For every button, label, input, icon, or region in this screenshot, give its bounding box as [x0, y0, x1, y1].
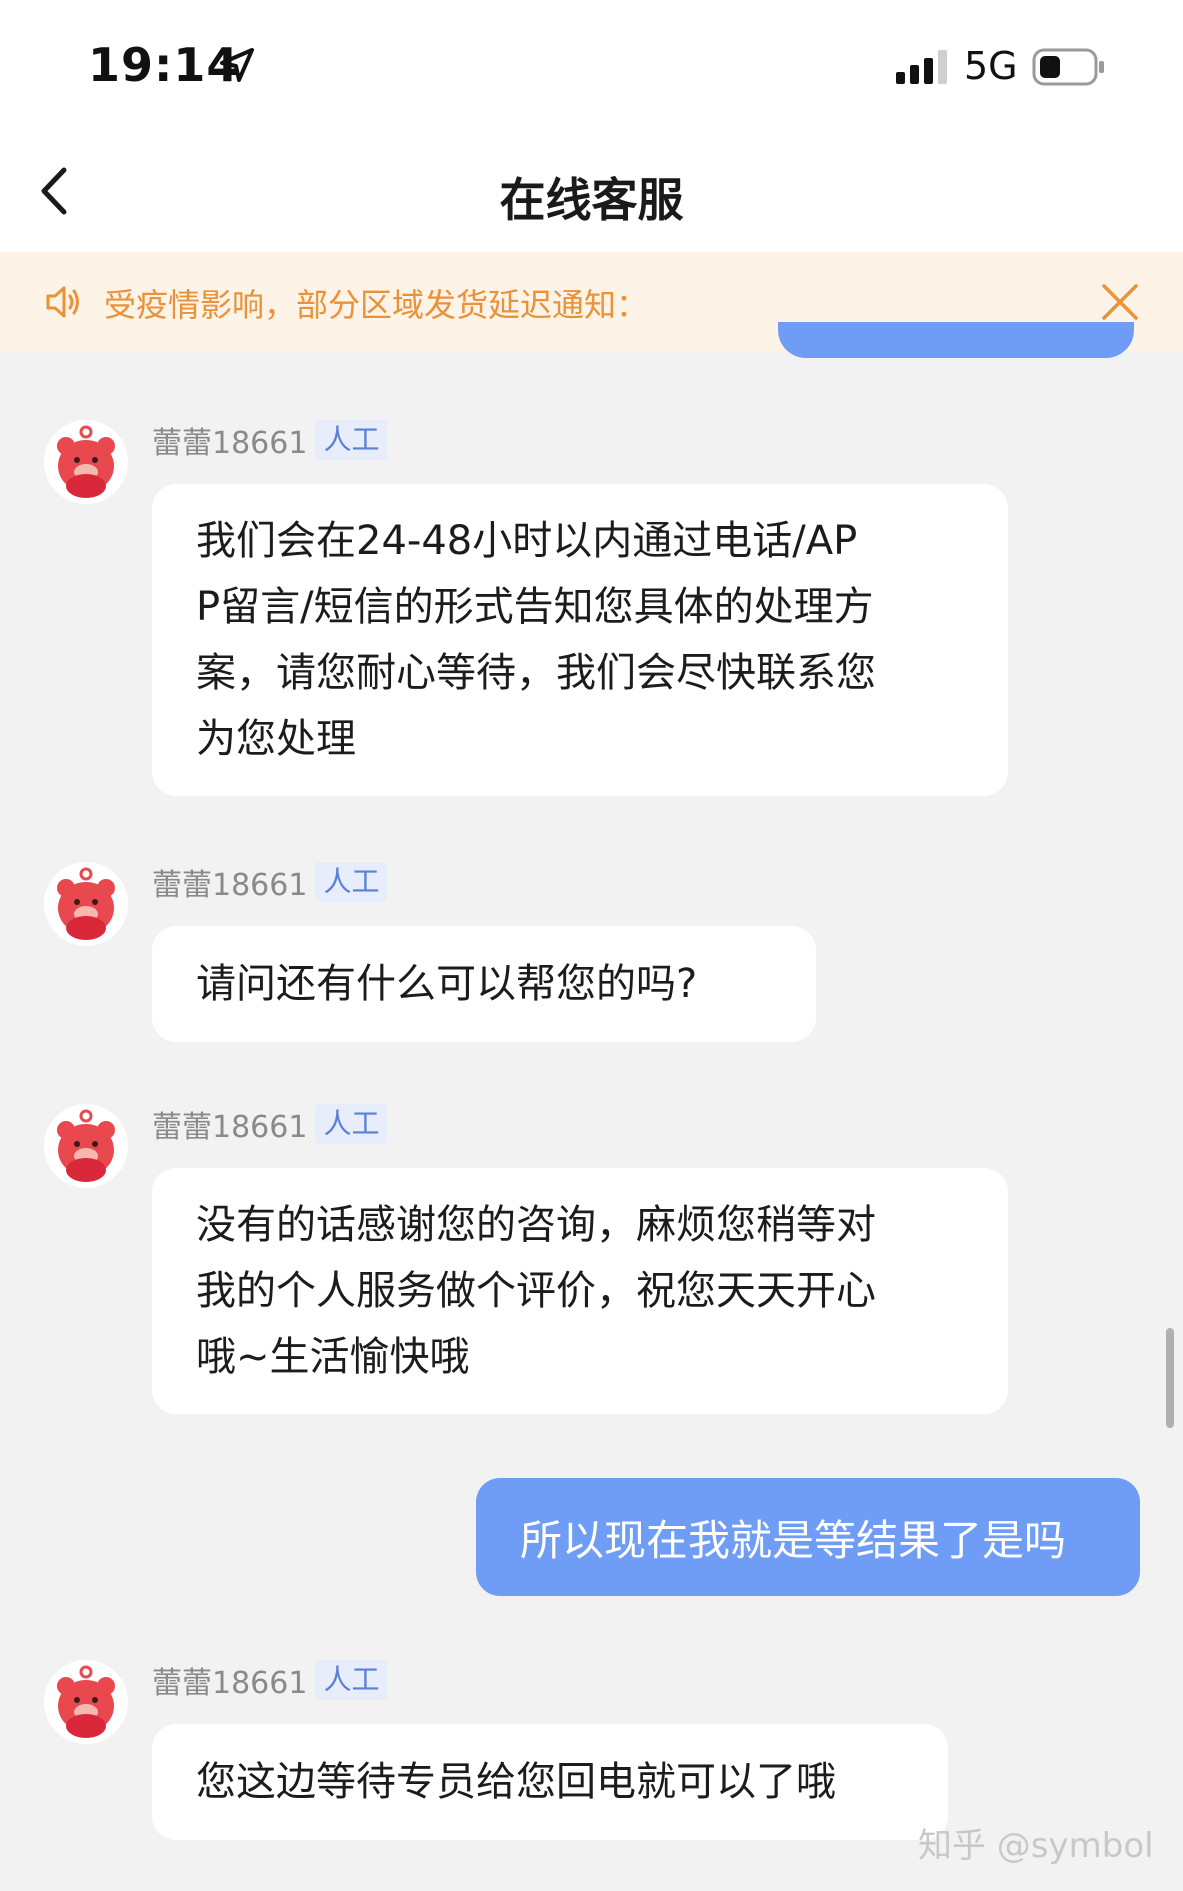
sender-row: 蕾蕾18661 人工 [152, 420, 388, 461]
user-message-text: 所以现在我就是等结果了是吗 [520, 1515, 1067, 1565]
sender-name: 蕾蕾18661 [152, 426, 308, 461]
message-line: 案，请您耐心等待，我们会尽快联系您 [196, 650, 876, 696]
bear-avatar-icon [44, 1104, 128, 1188]
sender-name: 蕾蕾18661 [152, 1666, 308, 1701]
location-arrow-icon [220, 48, 254, 82]
agent-badge: 人工 [315, 862, 388, 902]
battery-icon [1032, 48, 1104, 86]
avatar[interactable] [44, 1660, 128, 1744]
network-type: 5G [964, 44, 1018, 88]
message-bubble[interactable]: 没有的话感谢您的咨询，麻烦您稍等对 我的个人服务做个评价，祝您天天开心 哦~生活… [152, 1168, 1008, 1414]
message-line: 我的个人服务做个评价，祝您天天开心 [196, 1268, 876, 1314]
status-bar: 19:14 5G [0, 0, 1183, 130]
bear-avatar-icon [44, 420, 128, 504]
status-time: 19:14 [88, 38, 240, 92]
page-title: 在线客服 [499, 173, 684, 227]
close-icon[interactable] [1098, 280, 1142, 324]
bear-avatar-icon [44, 1660, 128, 1744]
agent-badge: 人工 [315, 420, 388, 460]
user-message-bubble[interactable]: 所以现在我就是等结果了是吗 [476, 1478, 1140, 1596]
previous-user-bubble [778, 322, 1134, 358]
sender-row: 蕾蕾18661 人工 [152, 862, 388, 903]
message-bubble[interactable]: 我们会在24-48小时以内通过电话/AP P留言/短信的形式告知您具体的处理方 … [152, 484, 1008, 796]
speaker-icon [46, 286, 79, 318]
avatar[interactable] [44, 1104, 128, 1188]
message-line: 请问还有什么可以帮您的吗? [196, 961, 698, 1007]
agent-badge: 人工 [315, 1104, 388, 1144]
cellular-signal-icon [896, 50, 947, 84]
avatar[interactable] [44, 420, 128, 504]
watermark: 知乎 @symbol [918, 1826, 1154, 1866]
chat-page: 19:14 5G 在线客服 受疫情影响，部分区域发货延迟通知： 蕾蕾18661 … [0, 0, 1183, 1891]
message-bubble[interactable]: 请问还有什么可以帮您的吗? [152, 926, 816, 1042]
agent-badge: 人工 [315, 1660, 388, 1700]
nav-bar: 在线客服 [0, 130, 1183, 252]
message-line: 我们会在24-48小时以内通过电话/AP [196, 518, 858, 564]
sender-name: 蕾蕾18661 [152, 868, 308, 903]
bear-avatar-icon [44, 862, 128, 946]
avatar[interactable] [44, 862, 128, 946]
message-line: 您这边等待专员给您回电就可以了哦 [196, 1759, 836, 1805]
message-line: 哦~生活愉快哦 [196, 1334, 470, 1380]
message-line: 没有的话感谢您的咨询，麻烦您稍等对 [196, 1202, 876, 1248]
message-line: P留言/短信的形式告知您具体的处理方 [196, 584, 874, 630]
sender-name: 蕾蕾18661 [152, 1110, 308, 1145]
sender-row: 蕾蕾18661 人工 [152, 1660, 388, 1701]
sender-row: 蕾蕾18661 人工 [152, 1104, 388, 1145]
scrollbar[interactable] [1166, 1328, 1174, 1428]
notice-text: 受疫情影响，部分区域发货延迟通知： [104, 286, 649, 324]
message-bubble[interactable]: 您这边等待专员给您回电就可以了哦 [152, 1724, 948, 1840]
message-line: 为您处理 [196, 716, 356, 762]
